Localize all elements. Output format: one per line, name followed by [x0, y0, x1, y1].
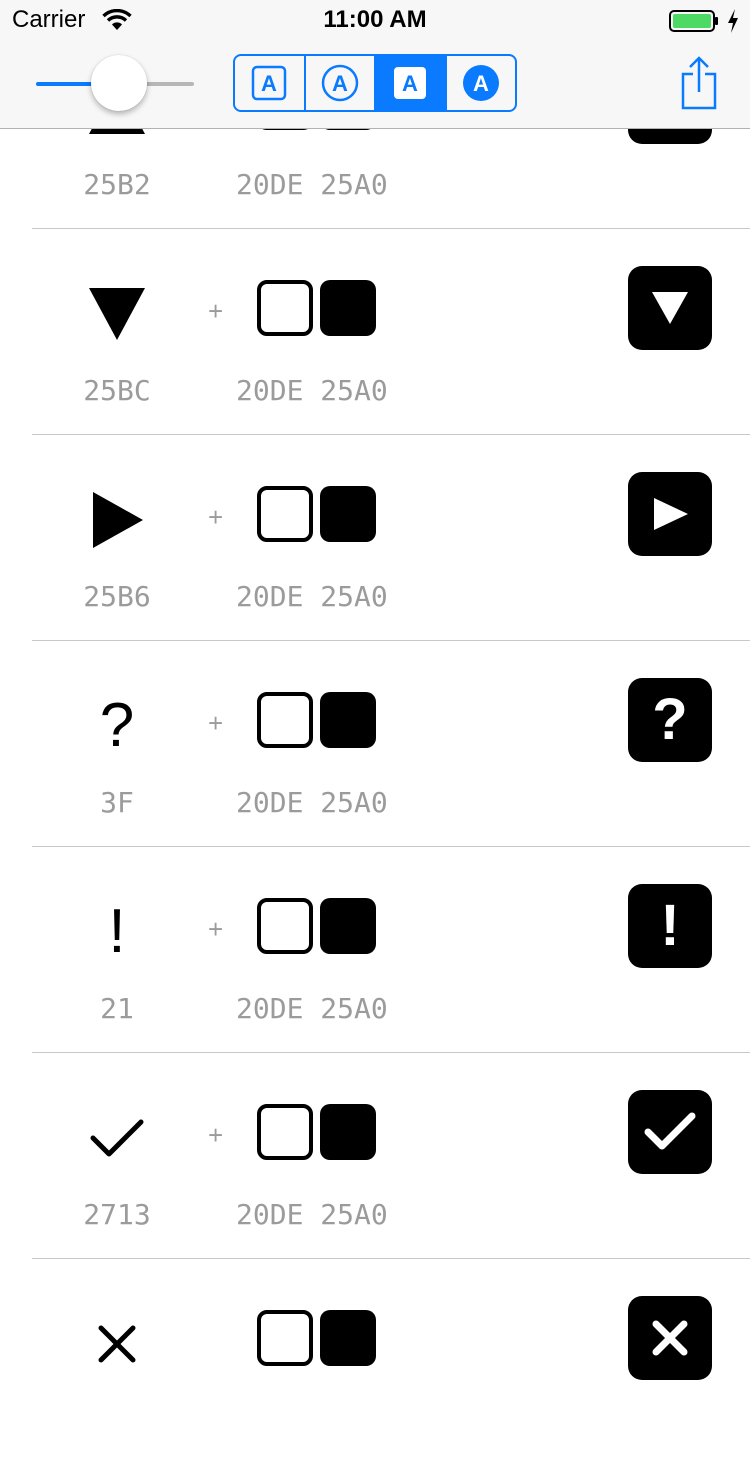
codepoint-label: 2713: [83, 1198, 151, 1231]
segment-square-outline[interactable]: A: [235, 56, 306, 110]
enclosing-square-outline-icon: [257, 1104, 313, 1160]
codepoint-label: 21: [100, 992, 134, 1025]
combining-codepoints-label: 20DE 25A0: [236, 992, 388, 1025]
row-separator: [32, 640, 750, 641]
check-mark-icon: [58, 1098, 176, 1178]
exclamation-enclosed-icon: !: [628, 884, 712, 968]
black-square-icon: [320, 1310, 376, 1366]
letter-a-circle-filled-icon: A: [462, 65, 499, 101]
segment-circle-outline[interactable]: A: [306, 56, 376, 110]
triangle-down-icon: [58, 274, 176, 354]
black-square-icon: [320, 280, 376, 336]
codepoint-label: 3F: [100, 786, 134, 819]
codepoint-label: 25BC: [83, 374, 151, 407]
battery-icon: [669, 10, 718, 32]
plus-sign: +: [208, 914, 224, 944]
segment-circle-filled[interactable]: A: [447, 56, 516, 110]
row-separator: [32, 1052, 750, 1053]
share-icon[interactable]: [679, 56, 719, 110]
codepoint-label: 25B6: [83, 580, 151, 613]
plus-sign: +: [208, 1120, 224, 1150]
codepoint-label: 25B2: [83, 168, 151, 201]
letter-a-square-filled-icon: A: [394, 67, 427, 99]
exclamation-mark-icon: !: [108, 897, 126, 966]
combining-codepoints-label: 20DE 25A0: [236, 168, 388, 201]
black-square-icon: [320, 1104, 376, 1160]
list-item[interactable]: + 2713 20DE 25A0: [0, 1052, 750, 1258]
enclosing-square-outline-icon: [257, 1310, 313, 1366]
svg-text:A: A: [332, 71, 348, 96]
black-square-icon: [320, 898, 376, 954]
combining-codepoints-label: 20DE 25A0: [236, 374, 388, 407]
svg-text:A: A: [261, 71, 277, 96]
segment-square-filled[interactable]: A: [376, 56, 447, 110]
list-item[interactable]: + 25B6 20DE 25A0: [0, 434, 750, 640]
list-item[interactable]: [0, 1258, 750, 1464]
plus-sign: +: [208, 502, 224, 532]
combining-codepoints-label: 20DE 25A0: [236, 580, 388, 613]
plus-sign: +: [208, 296, 224, 326]
combining-codepoints-label: 20DE 25A0: [236, 1198, 388, 1231]
check-enclosed-icon: [628, 1090, 712, 1174]
letter-a-square-outline-icon: A: [252, 65, 287, 101]
black-square-icon: [320, 486, 376, 542]
enclosing-square-outline-icon: [257, 486, 313, 542]
svg-text:A: A: [402, 71, 418, 96]
charging-bolt-icon: [728, 9, 738, 33]
svg-text:A: A: [473, 71, 489, 96]
size-slider-thumb[interactable]: [91, 55, 147, 111]
enclosing-square-outline-icon: [257, 898, 313, 954]
symbol-list[interactable]: + 25B2 20DE 25A0 + 25BC 20DE 25A0 + 25B6: [0, 0, 750, 1380]
triangle-down-enclosed-icon: [628, 266, 712, 350]
row-separator: [32, 1258, 750, 1259]
clock: 11:00 AM: [323, 6, 427, 33]
x-enclosed-icon: [628, 1296, 712, 1380]
list-item[interactable]: ? + 3F 20DE 25A0 ?: [0, 640, 750, 846]
list-item[interactable]: + 25BC 20DE 25A0: [0, 228, 750, 434]
triangle-right-enclosed-icon: [628, 472, 712, 556]
list-item[interactable]: ! + 21 20DE 25A0 !: [0, 846, 750, 1052]
style-segmented-control[interactable]: A A A A: [233, 54, 517, 112]
question-mark-icon: ?: [99, 691, 135, 760]
row-separator: [32, 228, 750, 229]
black-square-icon: [320, 692, 376, 748]
enclosing-square-outline-icon: [257, 280, 313, 336]
status-bar: Carrier 11:00 AM: [0, 0, 750, 40]
x-mark-icon: [58, 1304, 176, 1384]
row-separator: [32, 434, 750, 435]
triangle-right-icon: [58, 480, 176, 560]
plus-sign: +: [208, 708, 224, 738]
combining-codepoints-label: 20DE 25A0: [236, 786, 388, 819]
question-enclosed-icon: ?: [628, 678, 712, 762]
letter-a-circle-outline-icon: A: [321, 64, 358, 102]
row-separator: [32, 846, 750, 847]
enclosing-square-outline-icon: [257, 692, 313, 748]
